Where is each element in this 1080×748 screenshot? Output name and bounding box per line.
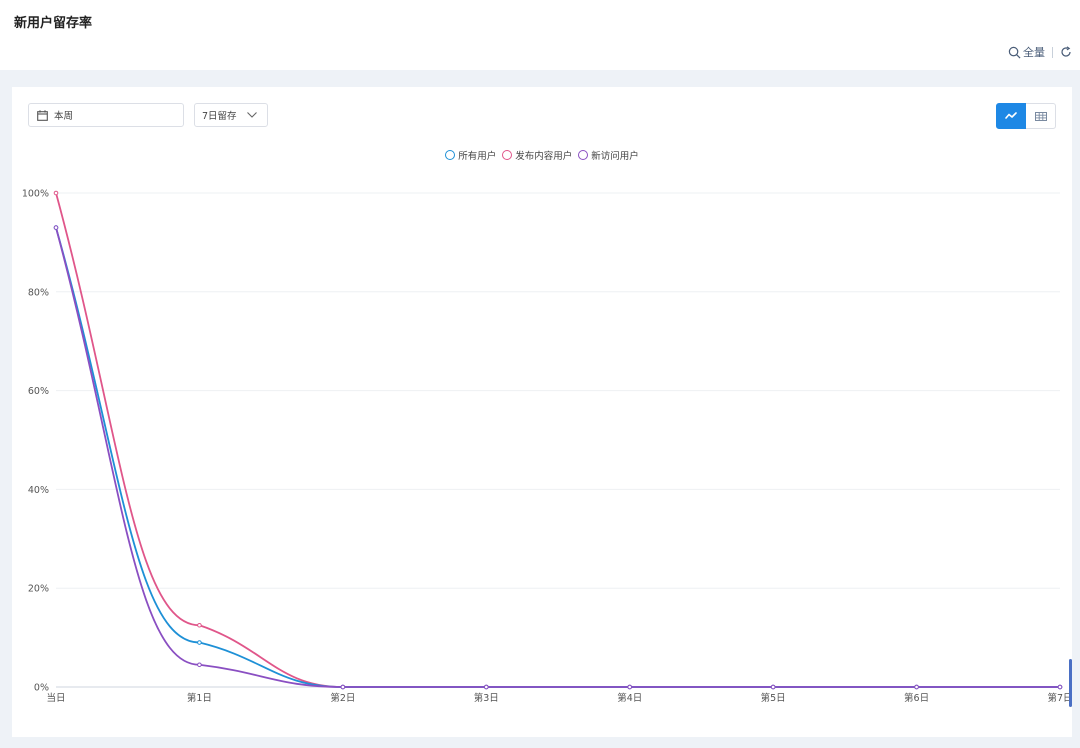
data-point[interactable] — [627, 684, 633, 690]
y-tick-label: 60% — [28, 386, 49, 397]
data-point[interactable] — [914, 684, 919, 690]
x-tick-label: 第4日 — [617, 692, 642, 704]
divider — [1052, 46, 1053, 58]
retention-line-chart: 0%20%40%60%80%100%当日 第1日 第2日 第3日 第4日 第5日 第6日 第7… — [22, 189, 1072, 705]
data-point[interactable] — [340, 684, 346, 690]
series-line — [55, 192, 1060, 688]
data-point[interactable] — [1057, 684, 1063, 690]
x-tick-label: 第6日 — [904, 692, 929, 704]
y-tick-label: 20% — [28, 584, 49, 595]
search-icon[interactable] — [1008, 46, 1021, 59]
chart-panel: 本周 7日留存 所有用户 发布内容用户 新访问用户 0% 20% 40% 60%… — [12, 87, 1072, 737]
y-tick-label: 0% — [34, 683, 49, 694]
data-point[interactable] — [483, 684, 489, 690]
x-tick-label: 第3日 — [474, 692, 499, 704]
x-tick-label: 第2日 — [330, 692, 355, 704]
x-tick-label: 第5日 — [761, 692, 786, 704]
data-point[interactable] — [197, 662, 202, 668]
data-point[interactable] — [197, 622, 202, 628]
data-point[interactable] — [53, 190, 59, 196]
scroll-indicator — [1069, 659, 1072, 707]
page-header: 新用户留存率 全量 — [0, 0, 1080, 70]
x-tick-label: 当日 — [46, 692, 65, 704]
data-point[interactable] — [770, 684, 776, 690]
x-tick-label: 第1日 — [187, 692, 212, 704]
scope-label[interactable]: 全量 — [1023, 44, 1045, 60]
series-line — [55, 227, 1060, 688]
series-line — [55, 227, 1060, 688]
y-tick-label: 80% — [28, 287, 49, 298]
data-point[interactable] — [197, 640, 202, 645]
refresh-icon[interactable] — [1060, 46, 1072, 58]
y-tick-label: 100% — [22, 189, 49, 200]
page-title: 新用户留存率 — [14, 16, 93, 31]
y-tick-label: 40% — [28, 485, 49, 496]
data-point[interactable] — [53, 225, 59, 230]
header-tools: 全量 — [1008, 44, 1072, 60]
